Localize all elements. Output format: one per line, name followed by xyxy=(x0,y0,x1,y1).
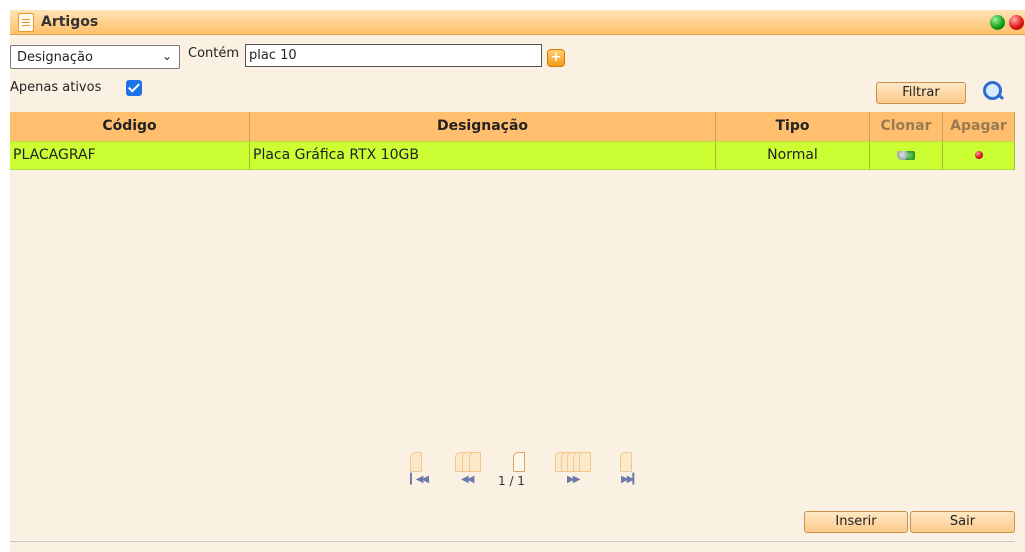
filter-button[interactable]: Filtrar xyxy=(876,82,966,104)
header-codigo[interactable]: Código xyxy=(10,112,250,141)
title-bar: Artigos xyxy=(10,10,1025,35)
header-tipo[interactable]: Tipo xyxy=(716,112,870,141)
next-page-icon xyxy=(555,452,595,472)
cell-codigo[interactable]: PLACAGRAF xyxy=(10,141,250,170)
articles-table: Código Designação Tipo Clonar Apagar PLA… xyxy=(10,112,1015,428)
search-input[interactable] xyxy=(245,44,542,67)
cell-tipo[interactable]: Normal xyxy=(716,141,870,170)
plus-icon[interactable]: + xyxy=(547,49,565,67)
bottom-divider xyxy=(10,541,1015,542)
delete-cell xyxy=(943,141,1015,170)
first-page-button[interactable]: ▎◀◀ xyxy=(410,474,429,485)
current-page-icon xyxy=(513,452,529,472)
chevron-down-icon: ⌄ xyxy=(161,49,172,63)
magnifier-icon[interactable] xyxy=(980,80,1006,104)
header-apagar: Apagar xyxy=(943,112,1015,141)
header-designacao[interactable]: Designação xyxy=(250,112,716,141)
contains-label: Contém xyxy=(188,46,240,61)
field-select[interactable]: Designação ⌄ xyxy=(10,45,180,69)
previous-page-icon xyxy=(455,452,485,472)
clone-cell xyxy=(870,141,943,170)
insert-button[interactable]: Inserir xyxy=(804,511,908,533)
next-page-button[interactable]: ▶▶ xyxy=(567,474,580,485)
green-dot-icon[interactable] xyxy=(990,15,1005,30)
exit-button[interactable]: Sair xyxy=(910,511,1015,533)
window-title: Artigos xyxy=(41,14,99,30)
previous-page-button[interactable]: ◀◀ xyxy=(461,474,474,485)
last-page-button[interactable]: ▶▶▎ xyxy=(621,474,640,485)
document-icon xyxy=(18,13,34,32)
field-select-value: Designação xyxy=(17,50,93,65)
empty-list-area xyxy=(10,170,1015,428)
cell-designacao[interactable]: Placa Gráfica RTX 10GB xyxy=(250,141,716,170)
active-only-checkbox[interactable] xyxy=(126,80,142,96)
active-only-label: Apenas ativos xyxy=(10,80,102,95)
header-clonar: Clonar xyxy=(870,112,943,141)
page-indicator: 1 / 1 xyxy=(498,474,525,488)
clone-icon[interactable] xyxy=(897,150,915,160)
delete-icon[interactable] xyxy=(974,151,983,159)
last-page-icon xyxy=(620,452,636,472)
red-dot-icon[interactable] xyxy=(1009,15,1024,30)
first-page-icon xyxy=(410,452,424,472)
